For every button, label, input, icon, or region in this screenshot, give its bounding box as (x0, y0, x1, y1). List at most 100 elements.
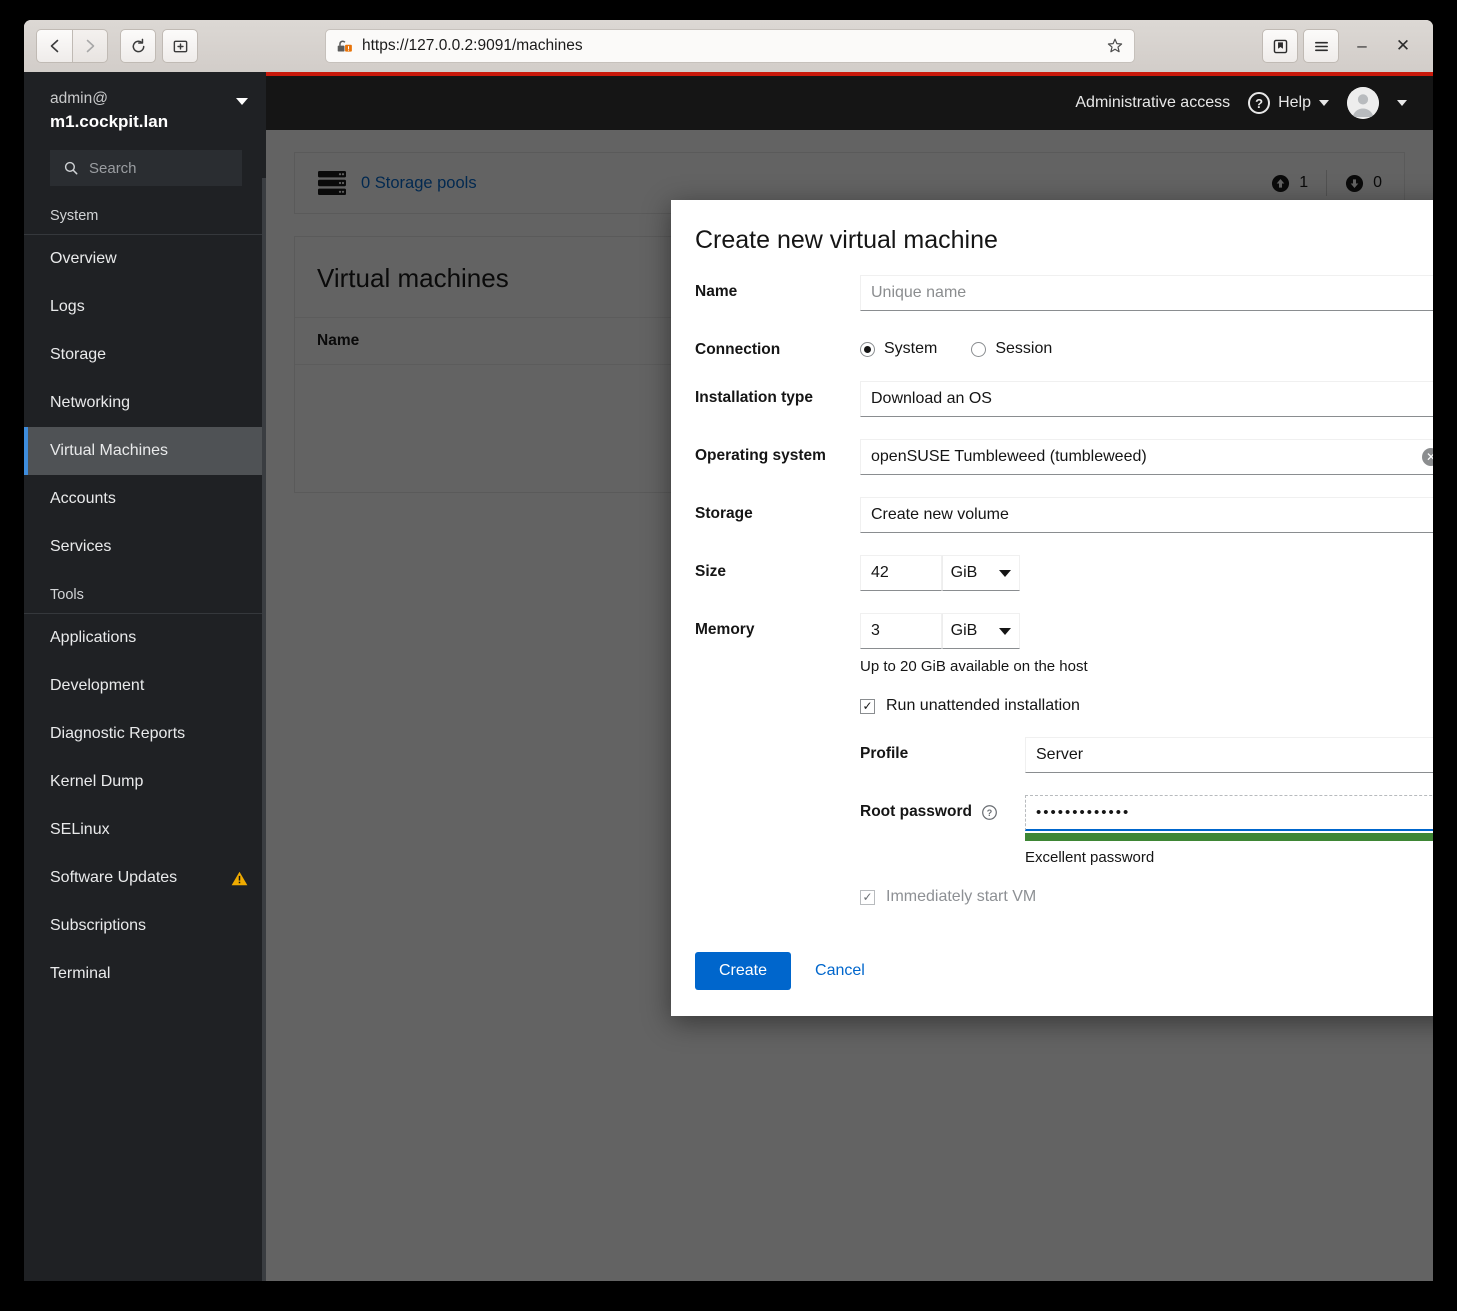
new-tab-button[interactable] (162, 29, 198, 63)
sidebar-item-kernel-dump[interactable]: Kernel Dump (24, 758, 266, 806)
radio-session[interactable]: Session (971, 340, 1052, 358)
svg-text:?: ? (987, 807, 992, 817)
sidebar-item-label: Accounts (50, 490, 248, 508)
host-name: m1.cockpit.lan (50, 109, 246, 134)
sidebar-group-label-tools: Tools (24, 571, 266, 613)
sidebar-item-subscriptions[interactable]: Subscriptions (24, 902, 266, 950)
memory-unit-select[interactable]: GiB (942, 613, 1020, 649)
user-avatar-icon (1347, 87, 1379, 119)
sidebar-item-label: Services (50, 538, 248, 556)
sidebar-item-label: Terminal (50, 965, 248, 983)
masthead: Administrative access ? Help (266, 72, 1433, 130)
sidebar-item-logs[interactable]: Logs (24, 283, 266, 331)
sidebar-item-label: Networking (50, 394, 248, 412)
dialog-footer: Create Cancel (671, 934, 1433, 1016)
create-button[interactable]: Create (695, 952, 791, 990)
app-menu-button[interactable] (1303, 29, 1339, 63)
radio-unselected-icon (971, 342, 986, 357)
password-strength-meter (1025, 833, 1433, 841)
checkbox-checked-disabled-icon: ✓ (860, 890, 875, 905)
sidebar-item-overview[interactable]: Overview (24, 235, 266, 283)
reload-icon (130, 38, 147, 55)
star-icon[interactable] (1106, 37, 1124, 55)
sidebar-item-label: Development (50, 677, 248, 695)
host-switcher[interactable]: admin@ m1.cockpit.lan (24, 72, 266, 140)
spacer (695, 888, 860, 896)
root-password-label: Root password (860, 803, 972, 821)
clear-selection-icon[interactable]: ✕ (1422, 448, 1433, 466)
reload-button[interactable] (120, 29, 156, 63)
root-password-value: ••••••••••••• (1036, 804, 1130, 821)
sidebar-item-virtual-machines[interactable]: Virtual Machines (24, 427, 266, 475)
sidebar-item-services[interactable]: Services (24, 523, 266, 571)
sidebar-item-terminal[interactable]: Terminal (24, 950, 266, 998)
sidebar-item-label: Diagnostic Reports (50, 725, 248, 743)
search-input[interactable]: Search (50, 150, 242, 186)
memory-unit-value: GiB (951, 622, 978, 640)
field-row-profile: Profile Server (695, 737, 1433, 773)
sidebar-item-label: SELinux (50, 821, 248, 839)
start-vm-label: Immediately start VM (886, 888, 1036, 906)
help-circle-icon[interactable]: ? (981, 804, 998, 821)
dialog-body: Name Unique name Connection (671, 263, 1433, 934)
profile-value: Server (1036, 746, 1083, 764)
browser-window: https://127.0.0.2:9091/machines – ✕ (24, 20, 1433, 1281)
operating-system-typeahead[interactable]: openSUSE Tumbleweed (tumbleweed) ✕ (860, 439, 1433, 475)
search-container: Search (24, 140, 266, 192)
search-icon (63, 160, 79, 176)
address-bar[interactable]: https://127.0.0.2:9091/machines (325, 29, 1135, 63)
bookmarks-library-button[interactable] (1262, 29, 1298, 63)
avatar[interactable] (1347, 87, 1379, 119)
nav-button-group (36, 29, 108, 63)
name-input[interactable]: Unique name (860, 275, 1433, 311)
sidebar-item-software-updates[interactable]: Software Updates (24, 854, 266, 902)
sidebar-item-accounts[interactable]: Accounts (24, 475, 266, 523)
sidebar-item-development[interactable]: Development (24, 662, 266, 710)
checkbox-checked-icon: ✓ (860, 699, 875, 714)
field-row-name: Name Unique name (695, 275, 1433, 311)
size-input[interactable]: 42 (860, 555, 942, 591)
storage-select[interactable]: Create new volume (860, 497, 1433, 533)
chevron-down-icon (999, 570, 1011, 577)
memory-input[interactable]: 3 (860, 613, 942, 649)
profile-select[interactable]: Server (1025, 737, 1433, 773)
radio-system-label: System (884, 340, 937, 358)
radio-session-label: Session (995, 340, 1052, 358)
minimize-button[interactable]: – (1344, 29, 1380, 63)
cancel-button[interactable]: Cancel (809, 952, 871, 990)
help-menu-button[interactable]: ? Help (1248, 92, 1329, 114)
size-label: Size (695, 555, 860, 581)
hamburger-menu-icon (1313, 38, 1330, 55)
name-label: Name (695, 275, 860, 301)
help-label: Help (1278, 94, 1311, 112)
size-unit-value: GiB (951, 564, 978, 582)
sidebar-item-selinux[interactable]: SELinux (24, 806, 266, 854)
sidebar-item-networking[interactable]: Networking (24, 379, 266, 427)
connection-radio-group: System Session (860, 333, 1433, 358)
user-menu-chevron-down-icon[interactable] (1397, 100, 1407, 106)
size-unit-select[interactable]: GiB (942, 555, 1020, 591)
root-password-input[interactable]: ••••••••••••• (1025, 795, 1433, 831)
forward-button[interactable] (72, 29, 108, 63)
chevron-down-icon (236, 98, 248, 105)
field-row-size: Size 42 GiB (695, 555, 1433, 591)
unattended-checkbox-row[interactable]: ✓ Run unattended installation (860, 697, 1433, 715)
dialog-header: Create new virtual machine ✕ (671, 200, 1433, 263)
sidebar-item-storage[interactable]: Storage (24, 331, 266, 379)
administrative-access-button[interactable]: Administrative access (1075, 94, 1230, 112)
radio-system[interactable]: System (860, 340, 937, 358)
sidebar-item-label: Virtual Machines (50, 442, 248, 460)
back-button[interactable] (36, 29, 72, 63)
sidebar-item-diagnostic-reports[interactable]: Diagnostic Reports (24, 710, 266, 758)
broken-lock-warning-icon[interactable] (336, 38, 353, 55)
password-strength-text: Excellent password (1025, 849, 1433, 866)
profile-label: Profile (695, 737, 1025, 763)
sidebar-item-label: Overview (50, 250, 248, 268)
close-window-button[interactable]: ✕ (1385, 29, 1421, 63)
new-tab-icon (172, 38, 189, 55)
sidebar: admin@ m1.cockpit.lan Search System Over… (24, 72, 266, 1281)
installation-type-select[interactable]: Download an OS (860, 381, 1433, 417)
sidebar-item-applications[interactable]: Applications (24, 614, 266, 662)
memory-hint: Up to 20 GiB available on the host (860, 658, 1433, 675)
installation-type-value: Download an OS (871, 390, 992, 408)
